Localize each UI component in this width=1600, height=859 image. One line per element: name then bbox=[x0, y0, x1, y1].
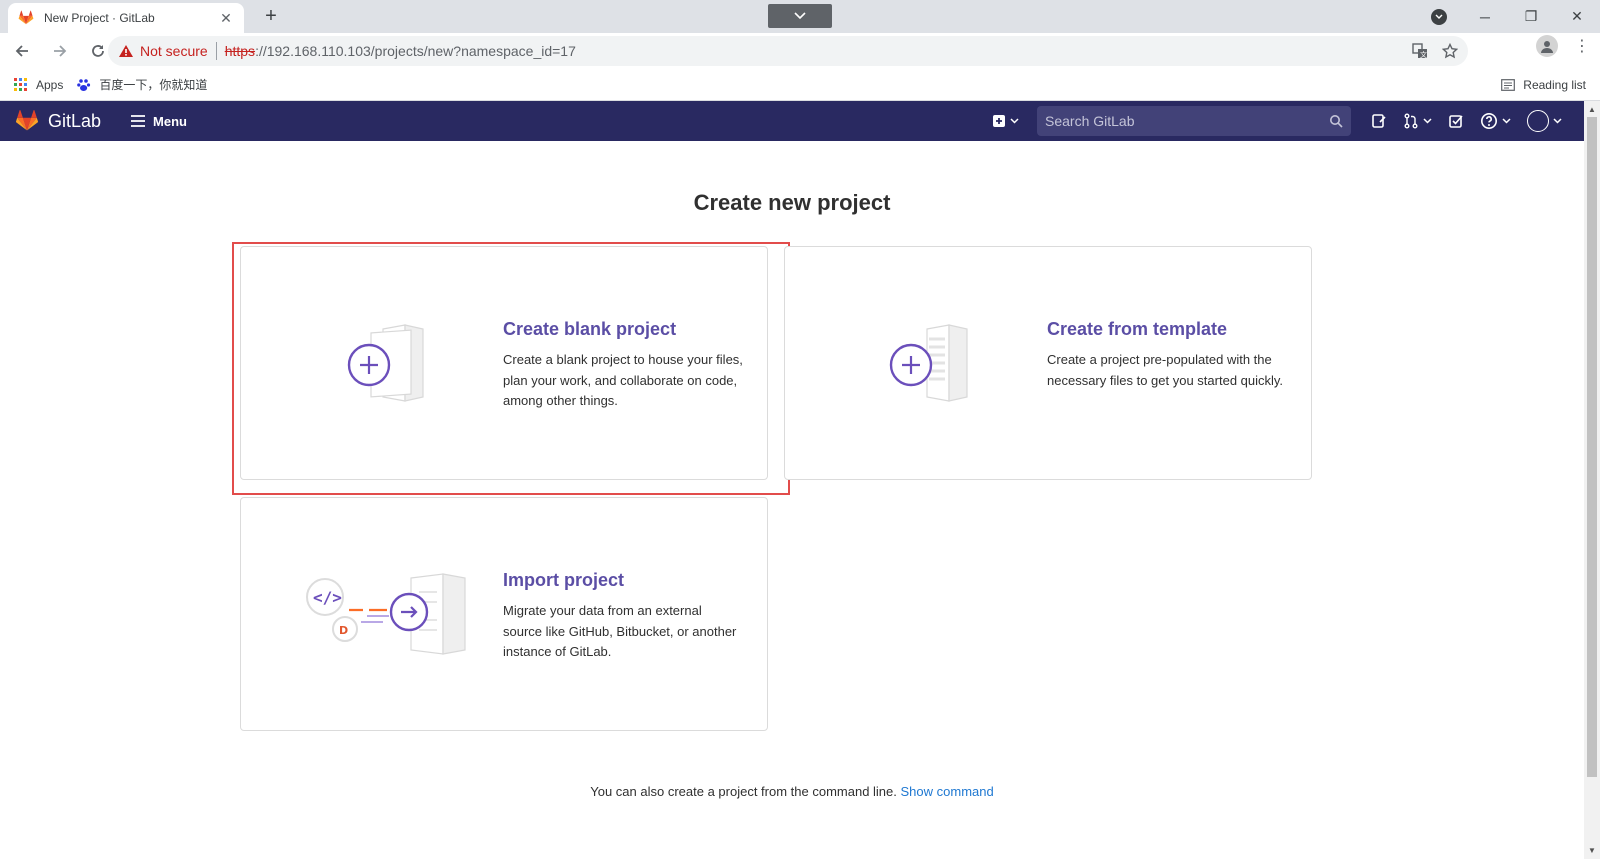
not-secure-label: Not secure bbox=[140, 43, 208, 59]
merge-requests-button[interactable] bbox=[1395, 113, 1440, 129]
plus-square-icon bbox=[993, 115, 1005, 127]
reading-list-button[interactable]: Reading list bbox=[1501, 69, 1586, 101]
reading-list-label: Reading list bbox=[1523, 78, 1586, 92]
help-dropdown-button[interactable] bbox=[1472, 112, 1519, 130]
todos-button[interactable] bbox=[1440, 113, 1472, 129]
menu-label: Menu bbox=[153, 113, 187, 129]
chevron-down-icon bbox=[1010, 118, 1019, 124]
command-line-hint: You can also create a project from the c… bbox=[0, 784, 1584, 799]
gitlab-brand-name: GitLab bbox=[48, 110, 102, 131]
baidu-paw-icon bbox=[77, 78, 91, 91]
browser-tab-title: New Project · GitLab bbox=[44, 11, 155, 25]
create-from-template-card[interactable]: Create from template Create a project pr… bbox=[784, 246, 1312, 480]
template-project-description: Create a project pre-populated with the … bbox=[1047, 352, 1284, 388]
bookmarks-bar: Apps 百度一下，你就知道 Reading list bbox=[0, 69, 1600, 101]
svg-text:文: 文 bbox=[1420, 50, 1427, 59]
address-bar[interactable]: Not secure https ://192.168.110.103/proj… bbox=[108, 36, 1468, 66]
toolbar-right: ⋮ bbox=[1536, 35, 1590, 57]
tab-search-button[interactable] bbox=[768, 4, 832, 28]
bookmark-baidu-label: 百度一下，你就知道 bbox=[99, 78, 208, 92]
browser-toolbar: Not secure https ://192.168.110.103/proj… bbox=[0, 33, 1600, 69]
help-question-icon bbox=[1481, 113, 1497, 129]
template-project-illustration-icon bbox=[889, 324, 968, 402]
browser-tab-strip: New Project · GitLab ✕ + ─ ❐ ✕ bbox=[0, 0, 1600, 33]
hamburger-icon bbox=[131, 115, 146, 127]
search-icon bbox=[1330, 115, 1343, 128]
import-project-title[interactable]: Import project bbox=[503, 570, 743, 591]
show-command-link[interactable]: Show command bbox=[901, 784, 994, 799]
scroll-down-arrow-icon[interactable]: ▼ bbox=[1588, 846, 1596, 855]
close-tab-icon[interactable]: ✕ bbox=[218, 10, 234, 26]
window-controls: ─ ❐ ✕ bbox=[1416, 0, 1600, 33]
apps-grid-icon bbox=[14, 77, 27, 91]
chevron-down-icon bbox=[1553, 118, 1562, 124]
bookmark-baidu[interactable]: 百度一下，你就知道 bbox=[77, 76, 207, 93]
svg-text:</>: </> bbox=[313, 588, 342, 607]
close-window-icon[interactable]: ✕ bbox=[1554, 0, 1600, 33]
gitlab-tanuki-icon bbox=[15, 110, 39, 131]
main-menu-button[interactable]: Menu bbox=[131, 114, 187, 129]
translate-icon[interactable]: 文 bbox=[1412, 43, 1428, 59]
url-path: ://192.168.110.103/projects/new?namespac… bbox=[255, 43, 576, 59]
profile-menu-icon[interactable] bbox=[1416, 0, 1462, 33]
todo-checkbox-icon bbox=[1449, 115, 1463, 128]
navbar-right: Search GitLab bbox=[984, 101, 1584, 141]
chrome-profile-icon[interactable] bbox=[1536, 35, 1558, 57]
warning-triangle-icon bbox=[119, 45, 133, 57]
gitlab-favicon-icon bbox=[18, 10, 34, 25]
minimize-icon[interactable]: ─ bbox=[1462, 0, 1508, 33]
search-input[interactable]: Search GitLab bbox=[1037, 106, 1351, 136]
chevron-down-icon bbox=[1423, 118, 1432, 124]
user-menu-button[interactable] bbox=[1519, 110, 1570, 132]
scroll-thumb[interactable] bbox=[1587, 117, 1597, 777]
scroll-up-arrow-icon[interactable]: ▲ bbox=[1588, 105, 1596, 114]
url-scheme: https bbox=[224, 43, 256, 59]
user-avatar bbox=[1527, 110, 1549, 132]
import-project-illustration-icon: </> D bbox=[306, 573, 466, 655]
bookmark-apps-label: Apps bbox=[36, 77, 64, 92]
back-icon[interactable] bbox=[6, 35, 38, 67]
security-warning[interactable]: Not secure bbox=[118, 43, 208, 59]
issues-icon bbox=[1372, 114, 1386, 128]
gitlab-logo-link[interactable]: GitLab bbox=[14, 109, 101, 133]
gitlab-navbar: GitLab Menu Search GitLab bbox=[0, 101, 1584, 141]
new-dropdown-button[interactable] bbox=[984, 114, 1027, 128]
page-title: Create new project bbox=[693, 190, 891, 215]
issues-button[interactable] bbox=[1363, 113, 1395, 129]
import-project-text: Import project Migrate your data from an… bbox=[503, 570, 743, 663]
new-tab-button[interactable]: + bbox=[260, 6, 282, 28]
bookmark-apps[interactable]: Apps bbox=[14, 77, 64, 92]
template-project-title[interactable]: Create from template bbox=[1047, 319, 1287, 340]
import-project-card[interactable]: </> D Import project Migrate your data f… bbox=[240, 497, 768, 731]
page-scrollbar[interactable]: ▲ ▼ bbox=[1584, 101, 1600, 859]
highlight-annotation-box bbox=[232, 242, 790, 495]
command-line-text: You can also create a project from the c… bbox=[590, 784, 897, 799]
omnibox-divider bbox=[215, 42, 217, 60]
template-project-text: Create from template Create a project pr… bbox=[1047, 319, 1287, 391]
restore-icon[interactable]: ❐ bbox=[1508, 0, 1554, 33]
chevron-down-icon bbox=[794, 12, 806, 20]
chrome-menu-icon[interactable]: ⋮ bbox=[1574, 36, 1590, 56]
bookmark-star-icon[interactable] bbox=[1442, 43, 1458, 59]
reading-list-icon bbox=[1501, 79, 1516, 91]
search-placeholder: Search GitLab bbox=[1045, 113, 1135, 129]
chevron-down-icon bbox=[1502, 118, 1511, 124]
svg-text:D: D bbox=[339, 624, 348, 637]
forward-icon[interactable] bbox=[44, 35, 76, 67]
browser-tab[interactable]: New Project · GitLab ✕ bbox=[8, 3, 244, 33]
import-project-description: Migrate your data from an external sourc… bbox=[503, 603, 737, 659]
omnibox-actions: 文 bbox=[1412, 36, 1458, 66]
merge-request-icon bbox=[1404, 113, 1418, 129]
